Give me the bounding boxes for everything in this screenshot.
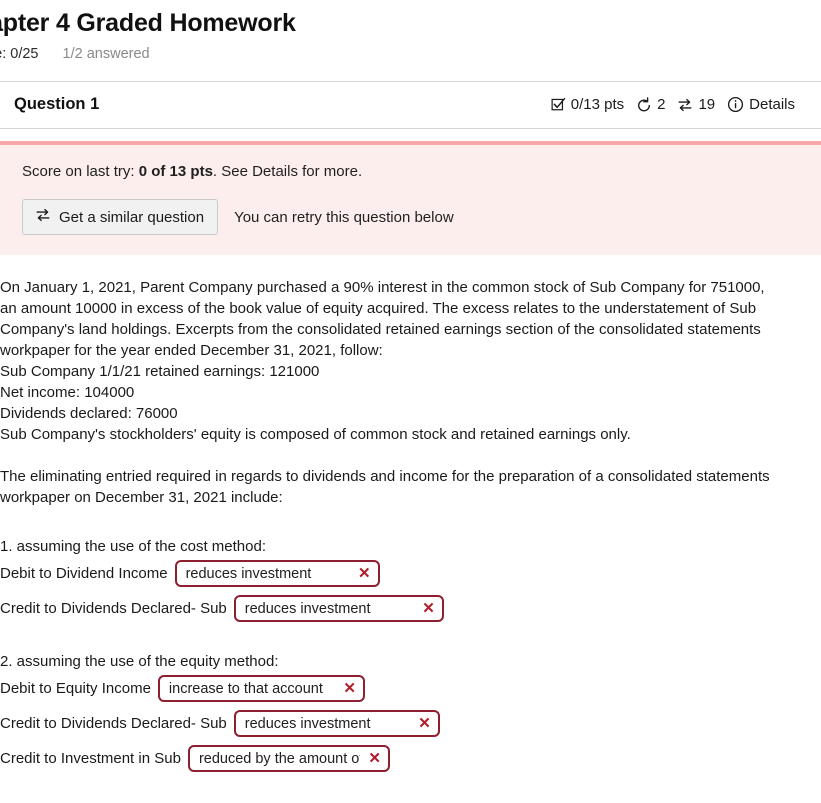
answer-select-value: reduces investment: [185, 565, 312, 582]
similar-count-value: 19: [698, 96, 716, 113]
answer-label: Credit to Dividends Declared- Sub: [0, 600, 227, 617]
section-heading: 1. assuming the use of the cost method:: [0, 538, 266, 555]
fact-line: Dividends declared: 76000: [0, 405, 178, 422]
points-stat: 0/13 pts: [551, 96, 624, 113]
answer-row: Credit to Investment in Sub reduced by t…: [0, 745, 795, 772]
question-header: Question 1 0/13 pts 2 19 Details: [0, 82, 821, 114]
answer-label: Debit to Dividend Income: [0, 565, 168, 582]
assignment-score: core: 0/25: [0, 46, 39, 62]
question-divider: [0, 128, 821, 129]
assignment-answered-count: 1/2 answered: [62, 46, 150, 62]
answer-select-value: reduced by the amount of the dividends: [198, 750, 360, 767]
info-circle-icon: [727, 96, 744, 113]
question-intro-paragraph: On January 1, 2021, Parent Company purch…: [0, 279, 765, 359]
answer-select-value: reduces investment: [244, 600, 371, 617]
answer-select-value: reduces investment: [244, 715, 371, 732]
score-value: 0 of 13 pts: [138, 163, 213, 180]
section-heading: 2. assuming the use of the equity method…: [0, 653, 279, 670]
fact-line: Sub Company's stockholders' equity is co…: [0, 426, 631, 443]
retry-note: You can retry this question below: [234, 208, 454, 226]
assignment-meta: core: 0/25 1/2 answered: [0, 44, 821, 64]
score-suffix: . See Details for more.: [212, 163, 363, 180]
answer-select[interactable]: increase to that account ✕: [157, 675, 365, 702]
question-title-group: Question 1: [0, 95, 99, 114]
question-body: On January 1, 2021, Parent Company purch…: [0, 277, 821, 772]
answer-row: Debit to Equity Income increase to that …: [0, 675, 795, 702]
fact-line: Sub Company 1/1/21 retained earnings: 12…: [0, 363, 320, 380]
answer-label: Credit to Investment in Sub: [0, 750, 181, 767]
points-value: 0/13 pts: [570, 96, 625, 113]
details-link[interactable]: Details: [727, 96, 795, 113]
details-label: Details: [749, 96, 795, 113]
attempts-stat: 2: [636, 96, 665, 113]
section-equity-method: 2. assuming the use of the equity method…: [0, 651, 795, 772]
section-cost-method: 1. assuming the use of the cost method: …: [0, 536, 795, 622]
page-title: hapter 4 Graded Homework: [0, 9, 296, 37]
clear-x-icon[interactable]: ✕: [418, 716, 431, 731]
last-try-alert: Score on last try: 0 of 13 pts. See Deta…: [0, 141, 821, 255]
fact-line: Net income: 104000: [0, 384, 135, 401]
score-prefix: Score on last try:: [22, 163, 139, 180]
similar-stat: 19: [677, 96, 715, 113]
checkbox-check-icon: [551, 97, 566, 112]
question-title: Question 1: [14, 95, 100, 113]
answer-select[interactable]: reduces investment ✕: [233, 710, 440, 737]
clear-x-icon[interactable]: ✕: [358, 566, 371, 581]
attempts-value: 2: [657, 96, 666, 113]
answer-row: Debit to Dividend Income reduces investm…: [0, 560, 795, 587]
undo-arrow-icon: [636, 96, 652, 113]
answer-row: Credit to Dividends Declared- Sub reduce…: [0, 710, 795, 737]
answer-select-value: increase to that account: [168, 680, 323, 697]
swap-arrows-icon: [35, 207, 51, 227]
question-stats: 0/13 pts 2 19 Details: [551, 96, 795, 113]
assignment-header: hapter 4 Graded Homework core: 0/25 1/2 …: [0, 0, 821, 64]
get-similar-question-label: Get a similar question: [59, 208, 205, 226]
alert-actions: Get a similar question You can retry thi…: [22, 199, 801, 235]
clear-x-icon[interactable]: ✕: [368, 751, 381, 766]
question-prompt-paragraph: The eliminating entried required in rega…: [0, 468, 770, 506]
question-facts-list: Sub Company 1/1/21 retained earnings: 12…: [0, 361, 795, 445]
get-similar-question-button[interactable]: Get a similar question: [22, 199, 219, 235]
answer-select[interactable]: reduces investment ✕: [174, 560, 380, 587]
answer-label: Credit to Dividends Declared- Sub: [0, 715, 227, 732]
clear-x-icon[interactable]: ✕: [343, 681, 356, 696]
answer-select[interactable]: reduced by the amount of the dividends ✕: [187, 745, 390, 772]
answer-select[interactable]: reduces investment ✕: [233, 595, 444, 622]
last-try-score-line: Score on last try: 0 of 13 pts. See Deta…: [22, 162, 801, 182]
answer-label: Debit to Equity Income: [0, 680, 151, 697]
answer-row: Credit to Dividends Declared- Sub reduce…: [0, 595, 795, 622]
swap-arrows-icon: [677, 97, 693, 113]
clear-x-icon[interactable]: ✕: [422, 601, 435, 616]
